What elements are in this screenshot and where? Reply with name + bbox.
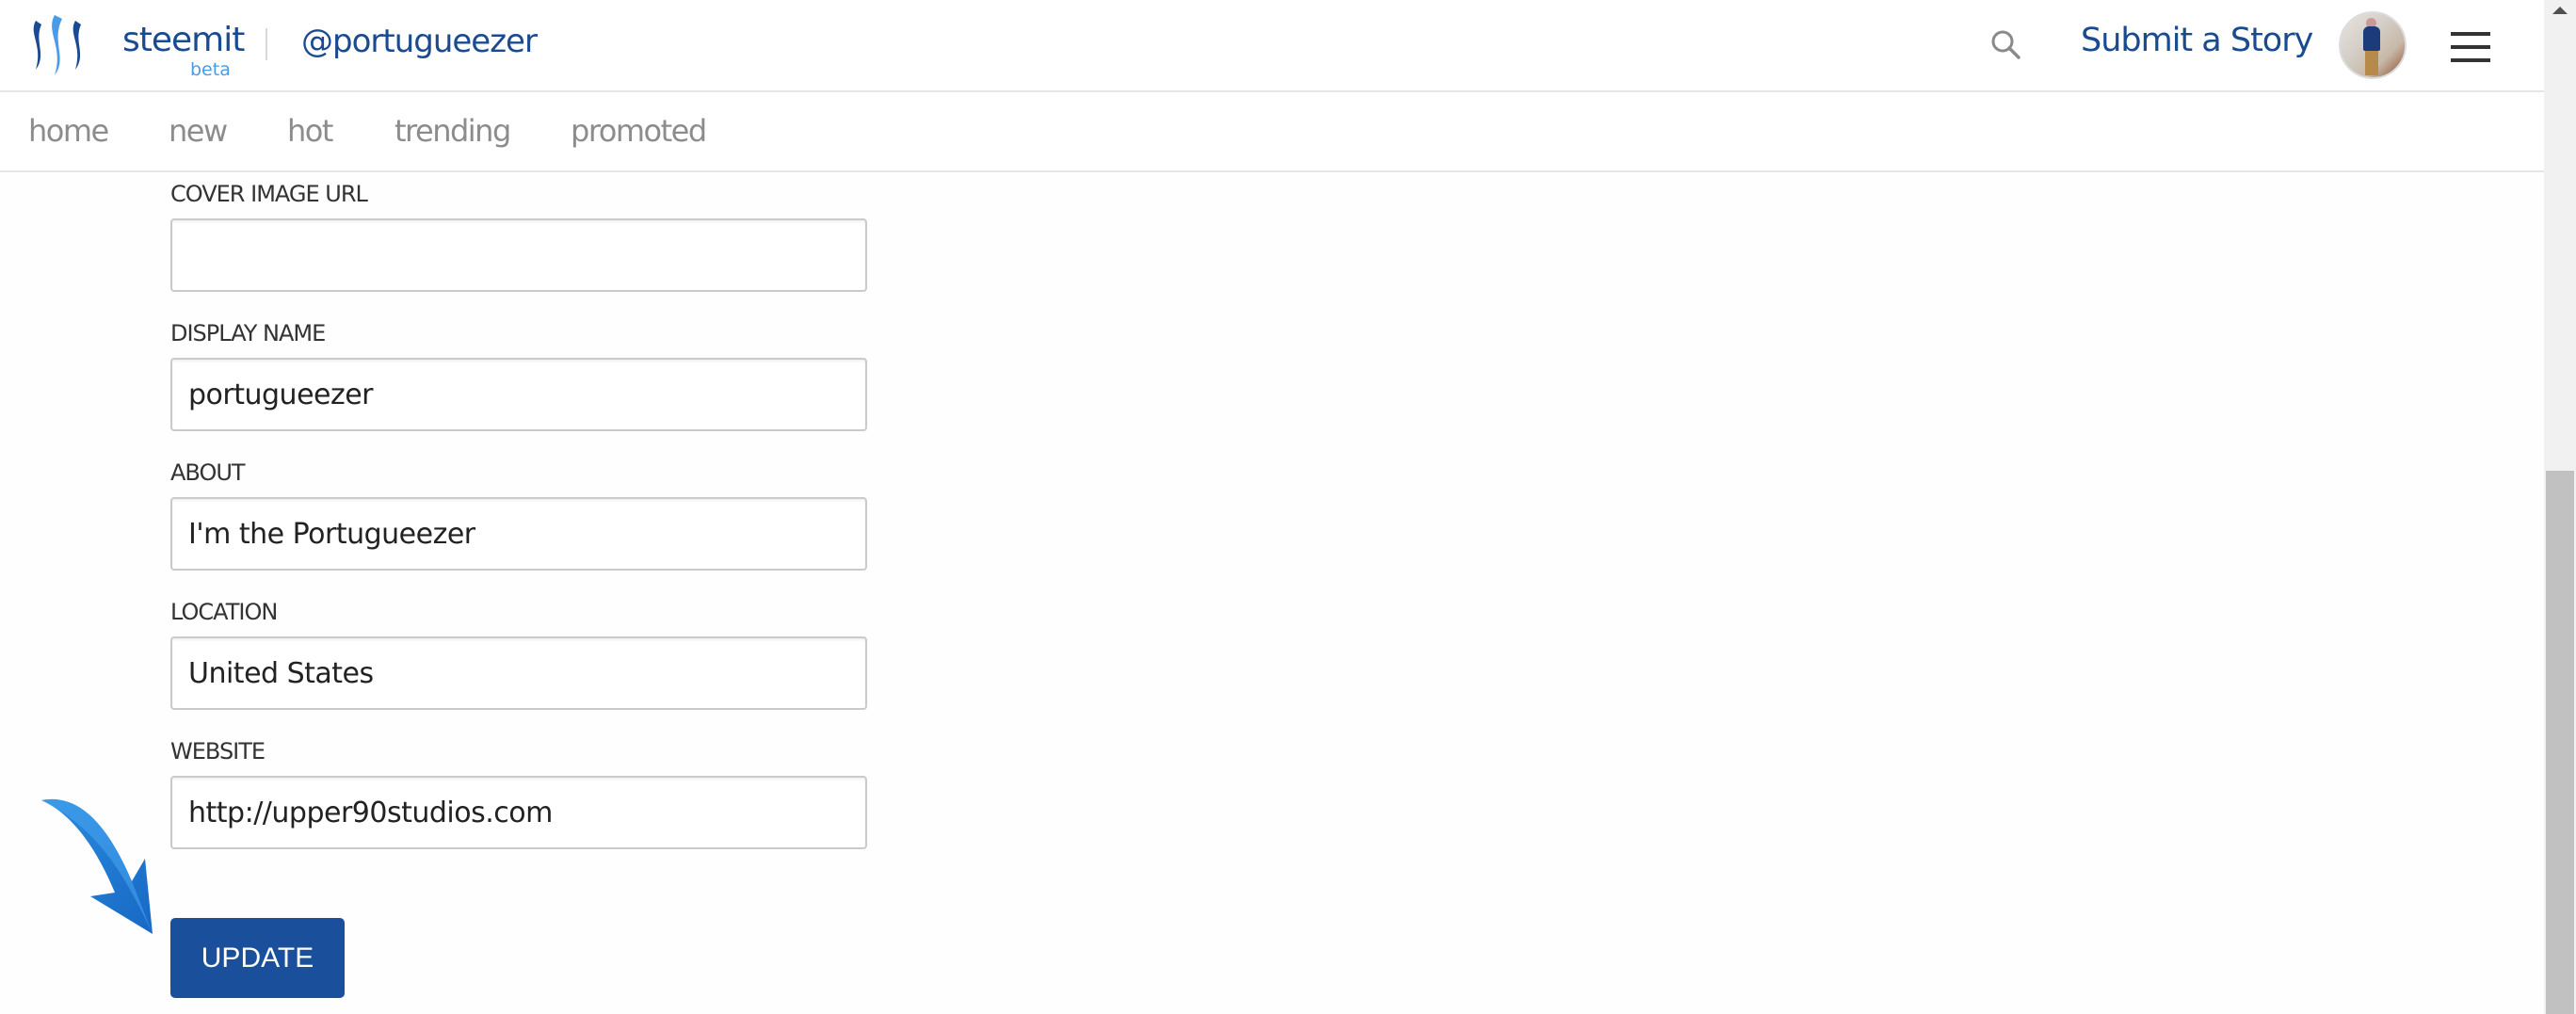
update-button[interactable]: UPDATE xyxy=(170,918,345,998)
nav-item-hot[interactable]: hot xyxy=(287,113,333,149)
location-input[interactable] xyxy=(170,636,867,710)
username-link[interactable]: @portugueezer xyxy=(301,23,538,60)
nav-item-home[interactable]: home xyxy=(28,113,109,149)
hamburger-line xyxy=(2451,45,2490,49)
brand-beta-label: beta xyxy=(190,59,231,80)
nav-item-promoted[interactable]: promoted xyxy=(571,113,707,149)
scrollbar-thumb[interactable] xyxy=(2546,471,2574,1014)
location-label: LOCATION xyxy=(170,599,278,625)
site-header: steemit beta @portugueezer Submit a Stor… xyxy=(0,0,2544,92)
submit-story-link[interactable]: Submit a Story xyxy=(2081,22,2313,59)
header-separator xyxy=(266,28,267,60)
avatar[interactable] xyxy=(2339,11,2407,79)
search-icon[interactable] xyxy=(1989,28,2021,60)
about-label: ABOUT xyxy=(170,459,246,486)
scroll-up-arrow-icon[interactable] xyxy=(2552,7,2568,14)
cover-image-url-label: COVER IMAGE URL xyxy=(170,181,368,207)
hamburger-line xyxy=(2451,32,2490,36)
vertical-scrollbar[interactable] xyxy=(2544,0,2576,1014)
steemit-logo-icon[interactable] xyxy=(28,13,90,77)
display-name-input[interactable] xyxy=(170,358,867,431)
nav-item-trending[interactable]: trending xyxy=(394,113,511,149)
avatar-body xyxy=(2363,26,2380,51)
display-name-label: DISPLAY NAME xyxy=(170,320,326,346)
website-input[interactable] xyxy=(170,776,867,849)
cover-image-url-input[interactable] xyxy=(170,218,867,292)
brand-name[interactable]: steemit xyxy=(122,21,245,59)
nav-item-new[interactable]: new xyxy=(169,113,228,149)
pointer-arrow-icon xyxy=(41,798,153,934)
website-label: WEBSITE xyxy=(170,738,266,765)
main-nav: home new hot trending promoted xyxy=(0,92,2544,172)
avatar-legs xyxy=(2365,51,2378,75)
hamburger-line xyxy=(2451,58,2490,62)
about-input[interactable] xyxy=(170,497,867,571)
hamburger-menu-icon[interactable] xyxy=(2451,32,2490,62)
